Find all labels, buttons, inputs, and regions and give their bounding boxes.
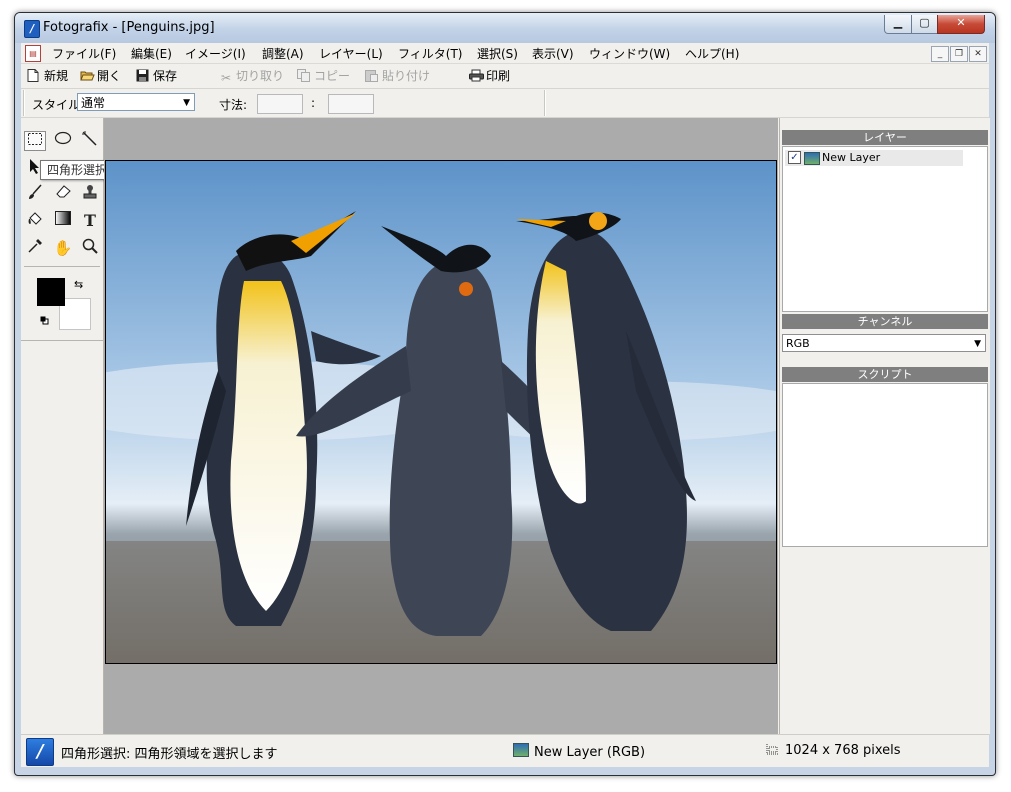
menu-filter[interactable]: フィルタ(T) — [398, 45, 462, 62]
printer-icon — [469, 69, 484, 82]
ellipse-select-icon — [54, 131, 72, 145]
close-button[interactable]: ✕ — [937, 15, 985, 34]
eraser-tool[interactable] — [52, 184, 74, 204]
doc-restore-button[interactable]: ❐ — [950, 46, 968, 62]
text-tool[interactable]: T — [79, 211, 101, 231]
toolbox-divider — [21, 340, 103, 341]
menu-file[interactable]: ファイル(F) — [52, 45, 116, 62]
eyedropper-tool[interactable] — [24, 238, 46, 258]
dropdown-arrow-icon: ▼ — [183, 98, 190, 108]
foreground-color-swatch[interactable] — [37, 278, 65, 306]
doc-minimize-button[interactable]: _ — [931, 46, 949, 62]
rect-select-tool[interactable] — [24, 131, 46, 151]
hand-tool[interactable]: ✋ — [52, 238, 74, 258]
stamp-tool[interactable] — [79, 184, 101, 204]
document-icon[interactable]: ▤ — [25, 45, 41, 62]
default-colors-icon[interactable] — [40, 314, 49, 325]
floppy-disk-icon — [136, 69, 150, 82]
brush-tool[interactable] — [24, 184, 46, 204]
menu-help[interactable]: ヘルプ(H) — [685, 45, 739, 62]
magic-wand-icon — [82, 131, 97, 146]
minimize-button[interactable]: ▁ — [884, 15, 912, 34]
rect-select-icon — [28, 133, 42, 145]
status-bar: / 四角形選択: 四角形領域を選択します New Layer (RGB) 102… — [21, 734, 989, 767]
penguins-photo[interactable] — [105, 160, 777, 664]
app-logo-icon: / — [24, 20, 40, 38]
menu-bar: ▤ ファイル(F) 編集(E) イメージ(I) 調整(A) レイヤー(L) フィ… — [21, 43, 989, 64]
print-button[interactable]: 印刷 — [469, 67, 510, 85]
paint-bucket-icon — [28, 212, 42, 225]
channels-panel-title: チャンネル — [782, 314, 988, 329]
scripts-panel — [782, 383, 988, 547]
maximize-button[interactable]: ▢ — [911, 15, 938, 34]
menu-window[interactable]: ウィンドウ(W) — [589, 45, 670, 62]
right-panel: レイヤー ✓ New Layer チャンネル RGB ▼ スクリプト — [779, 118, 990, 734]
new-file-icon — [27, 69, 41, 82]
app-window: / Fotografix - [Penguins.jpg] ▁ ▢ ✕ ▤ ファ… — [14, 12, 996, 776]
fill-tool[interactable] — [24, 211, 46, 231]
height-input[interactable] — [328, 94, 374, 114]
open-button[interactable]: 開く — [80, 67, 121, 85]
title-bar: / Fotografix - [Penguins.jpg] ▁ ▢ ✕ — [15, 13, 995, 43]
workspace: T ✋ ⇆ 四角形選択 (S) レイヤー ✓ New Layer チャンネル R… — [21, 118, 990, 734]
layers-panel-title: レイヤー — [782, 130, 988, 145]
toolbox-divider — [24, 266, 100, 267]
size-separator: : — [311, 96, 316, 110]
toolbox: T ✋ ⇆ 四角形選択 (S) — [21, 118, 135, 734]
style-dropdown[interactable]: 通常 ▼ — [77, 93, 195, 111]
main-toolbar: 新規 開く 保存 ✂ 切り取り コピー 貼り付け 印刷 — [21, 64, 989, 89]
size-label: 寸法: — [219, 98, 248, 112]
scripts-panel-title: スクリプト — [782, 367, 988, 382]
swap-colors-icon[interactable]: ⇆ — [74, 278, 83, 291]
brush-icon — [29, 184, 42, 199]
menu-layer[interactable]: レイヤー(L) — [319, 45, 383, 62]
menu-adjust[interactable]: 調整(A) — [262, 45, 304, 62]
cut-button[interactable]: ✂ 切り取り — [221, 67, 284, 85]
folder-open-icon — [80, 69, 95, 82]
gradient-tool[interactable] — [52, 211, 74, 231]
paste-button[interactable]: 貼り付け — [365, 67, 430, 85]
toolbar-separator — [544, 90, 546, 116]
doc-close-button[interactable]: ✕ — [969, 46, 987, 62]
menu-view[interactable]: 表示(V) — [532, 45, 574, 62]
eyedropper-icon — [28, 239, 42, 253]
options-bar: スタイル: 通常 ▼ 寸法: : — [21, 89, 989, 118]
status-image-size: 1024 x 768 pixels — [766, 743, 901, 758]
dropdown-arrow-icon: ▼ — [974, 339, 981, 349]
menu-select[interactable]: 選択(S) — [477, 45, 518, 62]
layer-visibility-checkbox[interactable]: ✓ — [788, 151, 801, 164]
copy-button[interactable]: コピー — [297, 67, 350, 85]
menu-image[interactable]: イメージ(I) — [185, 45, 246, 62]
menu-edit[interactable]: 編集(E) — [131, 45, 172, 62]
layer-row[interactable]: ✓ New Layer — [785, 150, 963, 166]
width-input[interactable] — [257, 94, 303, 114]
magnifier-icon — [82, 238, 98, 254]
scissors-icon: ✂ — [221, 71, 232, 85]
clipboard-icon — [365, 69, 379, 82]
window-title: Fotografix - [Penguins.jpg] — [43, 20, 215, 35]
hand-icon: ✋ — [53, 239, 73, 257]
toolbar-separator — [23, 90, 25, 116]
penguins-image — [106, 161, 776, 663]
layer-name: New Layer — [822, 151, 881, 164]
app-status-icon: / — [26, 738, 54, 766]
status-message: 四角形選択: 四角形領域を選択します — [61, 747, 278, 762]
zoom-tool[interactable] — [79, 238, 101, 258]
gradient-icon — [55, 211, 71, 225]
copy-icon — [297, 69, 311, 82]
layer-thumbnail — [804, 152, 820, 165]
canvas-area[interactable] — [104, 118, 778, 734]
new-button[interactable]: 新規 — [27, 67, 68, 85]
save-button[interactable]: 保存 — [136, 67, 177, 85]
stamp-icon — [83, 185, 97, 199]
layer-image-icon — [513, 743, 529, 757]
channel-dropdown[interactable]: RGB ▼ — [782, 334, 986, 352]
magic-wand-tool[interactable] — [79, 131, 101, 151]
eraser-icon — [56, 185, 71, 198]
dimensions-icon — [766, 743, 780, 755]
status-layer: New Layer (RGB) — [513, 743, 645, 760]
layers-panel: ✓ New Layer — [782, 146, 988, 312]
ellipse-select-tool[interactable] — [52, 131, 74, 151]
